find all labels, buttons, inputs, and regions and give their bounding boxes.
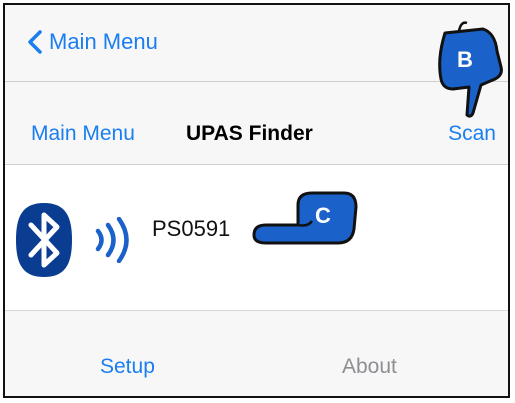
scan-button[interactable]: Scan <box>448 122 496 146</box>
callout-c-hand-pointer-icon: C <box>252 191 358 245</box>
page-title: UPAS Finder <box>186 122 313 145</box>
back-button-label: Main Menu <box>49 29 158 54</box>
tab-setup[interactable]: Setup <box>100 355 155 379</box>
app-screen: Main Menu Main Menu UPAS Finder Scan PS0… <box>3 3 510 398</box>
signal-waves-icon <box>95 217 129 263</box>
tab-about[interactable]: About <box>342 355 397 379</box>
back-button[interactable]: Main Menu <box>27 29 158 55</box>
tab-bar: Setup About <box>5 311 508 396</box>
main-menu-link[interactable]: Main Menu <box>31 122 135 146</box>
callout-c-label: C <box>315 203 331 228</box>
chevron-left-icon <box>28 30 42 54</box>
bluetooth-icon <box>16 203 72 277</box>
callout-b-label: B <box>457 47 473 72</box>
callout-b-hand-pointer-icon: B <box>438 21 503 118</box>
device-list-item[interactable]: PS0591 <box>152 216 230 242</box>
